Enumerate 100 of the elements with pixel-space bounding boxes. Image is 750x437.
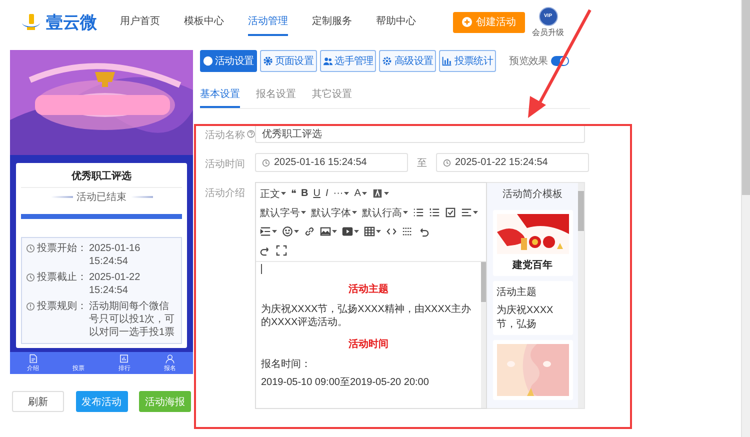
- caret-icon: [376, 230, 381, 234]
- field-label: 活动介绍: [205, 187, 245, 200]
- settings-tab[interactable]: 投票统计: [439, 50, 496, 72]
- content-heading: 活动时间: [348, 338, 390, 351]
- name-field[interactable]: 优秀职工评选: [255, 124, 585, 143]
- toggle-label: 预览效果: [509, 55, 548, 68]
- toolbar-button[interactable]: [444, 207, 457, 218]
- toolbar-button[interactable]: ❝: [290, 188, 297, 200]
- caret-icon: [332, 230, 337, 234]
- code-icon: [386, 226, 397, 237]
- undo-icon: [418, 226, 429, 237]
- toolbar-button[interactable]: [319, 226, 338, 237]
- toolbar-button[interactable]: 默认字体: [310, 206, 358, 220]
- toolbar-button[interactable]: B: [300, 188, 310, 199]
- clock-icon: [262, 158, 270, 166]
- nav-item[interactable]: 帮助中心: [376, 8, 416, 36]
- scrollbar[interactable]: [481, 262, 486, 408]
- toolbar-button[interactable]: [460, 207, 479, 218]
- toolbar-button[interactable]: U: [312, 188, 322, 199]
- scrollbar[interactable]: [578, 183, 584, 408]
- toolbar-button[interactable]: 正文: [259, 186, 287, 200]
- sub-tab[interactable]: 基本设置: [200, 85, 240, 108]
- plus-icon: [462, 17, 472, 27]
- caret-icon: [362, 192, 367, 196]
- settings-tab[interactable]: 活动设置: [200, 50, 257, 72]
- bar-chart-icon: [442, 56, 452, 66]
- info-icon: [26, 302, 35, 311]
- toolbar-button[interactable]: [341, 226, 360, 237]
- card-title: 优秀职工评选: [21, 167, 182, 188]
- start-date-field[interactable]: 2025-01-16 15:24:54: [255, 153, 408, 172]
- brand-name: 壹云微: [46, 12, 97, 34]
- clock-icon: [26, 244, 35, 253]
- redo-icon: [260, 245, 271, 256]
- toolbar-button[interactable]: [428, 207, 441, 218]
- template-card[interactable]: 建党百年: [492, 210, 572, 276]
- toolbar-button[interactable]: 默认字号: [259, 206, 307, 220]
- toolbar-button[interactable]: [370, 188, 390, 199]
- scrollbar[interactable]: [741, 0, 750, 437]
- settings-tab[interactable]: 选手管理: [320, 50, 376, 72]
- numbered-list-icon: [429, 207, 440, 218]
- gear-icon: [382, 56, 392, 66]
- info-label: 投票开始：: [37, 242, 87, 256]
- toolbar-button[interactable]: [303, 226, 316, 237]
- card-heading: 活动主题: [496, 286, 538, 299]
- bullet-list-icon: [413, 207, 424, 218]
- caret-icon: [354, 230, 359, 234]
- toolbar-button[interactable]: I: [324, 188, 330, 199]
- indent-icon: [260, 226, 271, 237]
- content-paragraph: 2019-05-10 09:00至2019-05-20 20:00: [261, 376, 430, 389]
- toolbar-button[interactable]: [275, 245, 288, 256]
- caret-icon: [352, 210, 357, 214]
- clock-icon: [443, 158, 451, 166]
- caret-icon: [403, 210, 408, 214]
- star-circle-icon: [203, 56, 213, 66]
- sub-tab[interactable]: 报名设置: [256, 85, 296, 108]
- nav-item[interactable]: 定制服务: [312, 8, 352, 36]
- info-value: 2025-01-22 15:24:54: [89, 271, 142, 297]
- sub-tab[interactable]: 其它设置: [312, 85, 352, 108]
- status-label: 活动已结束: [76, 190, 126, 204]
- field-label: 活动名称: [205, 129, 245, 142]
- info-label: 投票截止：: [37, 271, 87, 285]
- toolbar-button[interactable]: [412, 207, 425, 218]
- caret-icon: [281, 192, 286, 196]
- nav-item[interactable]: 模板中心: [184, 8, 224, 36]
- info-label: 投票规则：: [37, 300, 87, 314]
- upgrade-label[interactable]: 会员升级: [532, 26, 564, 38]
- fullscreen-icon: [276, 245, 287, 256]
- range-separator: 至: [416, 156, 428, 170]
- toolbar-button[interactable]: 默认行高: [361, 206, 409, 220]
- action-button[interactable]: 刷新: [12, 391, 64, 412]
- image-icon: [320, 226, 331, 237]
- toolbar-button[interactable]: [281, 226, 300, 237]
- content-paragraph: 报名时间：: [261, 358, 312, 371]
- link-icon: [304, 226, 315, 237]
- people-icon: [322, 56, 333, 66]
- template-card[interactable]: 活动主题 为庆祝XXXX节，弘扬: [492, 281, 572, 335]
- help-icon: [247, 130, 255, 138]
- caret-icon: [344, 192, 350, 196]
- table-icon: [364, 226, 375, 237]
- logo-icon: [20, 12, 42, 32]
- content-heading: 活动主题: [348, 283, 390, 296]
- end-date-field[interactable]: 2025-01-22 15:24:54: [436, 153, 589, 172]
- info-value: 活动期间每个微信号只可以投1次，可以对同一选手投1票: [89, 300, 176, 339]
- text-cursor: [261, 264, 262, 274]
- toolbar-button[interactable]: [259, 226, 278, 237]
- emoji-icon: [282, 226, 293, 237]
- settings-tab[interactable]: 高级设置: [379, 50, 436, 72]
- nav-item[interactable]: 活动管理: [248, 8, 288, 36]
- toolbar-button[interactable]: ···: [332, 188, 350, 199]
- nav-item[interactable]: 用户首页: [120, 8, 160, 36]
- info-value: 2025-01-16 15:24:54: [89, 242, 142, 268]
- checklist-icon: [445, 207, 456, 218]
- toolbar-button[interactable]: A: [353, 188, 368, 199]
- toolbar-button[interactable]: [363, 226, 382, 237]
- align-icon: [461, 207, 472, 218]
- settings-tab[interactable]: 页面设置: [260, 50, 317, 72]
- toolbar-button[interactable]: [385, 226, 398, 237]
- clock-icon: [26, 273, 35, 282]
- field-label: 活动时间: [205, 158, 245, 171]
- toolbar-button[interactable]: [401, 226, 414, 237]
